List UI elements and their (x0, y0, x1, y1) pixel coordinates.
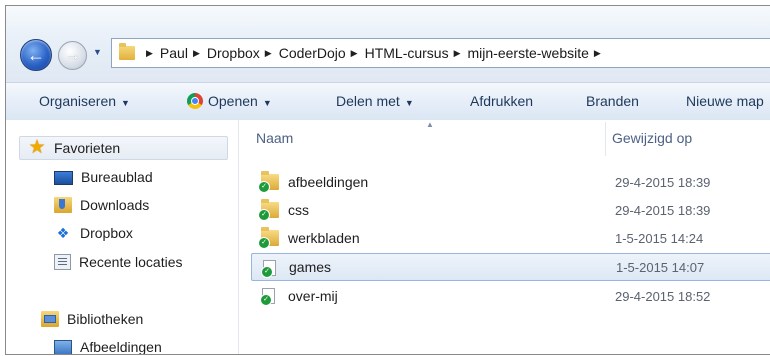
column-divider[interactable] (605, 122, 606, 156)
file-modified-date: 1-5-2015 14:24 (615, 230, 704, 246)
address-bar[interactable]: ▶ Paul ▶ Dropbox ▶ CoderDojo ▶ HTML-curs… (111, 38, 770, 68)
nav-libraries[interactable]: Bibliotheken (41, 308, 143, 330)
sync-check-icon: ✓ (258, 181, 270, 193)
file-modified-date: 1-5-2015 14:07 (616, 259, 705, 275)
back-button[interactable]: ← (20, 39, 52, 71)
address-row: ← → ▼ ▶ Paul ▶ Dropbox ▶ CoderDojo ▶ HTM… (6, 6, 770, 82)
nav-item-dropbox[interactable]: ❖ Dropbox (54, 222, 133, 244)
breadcrumb-mijn-eerste-website[interactable]: mijn-eerste-website (468, 45, 589, 61)
nav-libraries-label: Bibliotheken (67, 311, 144, 327)
new-folder-button[interactable]: Nieuwe map (686, 93, 770, 109)
sync-check-icon: ✓ (261, 266, 273, 278)
desktop-icon (54, 170, 73, 185)
file-name: css (288, 202, 309, 218)
nav-item-recent-places[interactable]: Recente locaties (54, 251, 183, 273)
breadcrumb-separator-icon[interactable]: ▶ (351, 48, 358, 59)
breadcrumb-separator-icon[interactable]: ▶ (594, 48, 601, 59)
folder-icon (119, 43, 135, 60)
sync-check-icon: ✓ (258, 209, 270, 221)
print-label: Afdrukken (470, 93, 534, 109)
table-row[interactable]: ✓ afbeeldingen 29-4-2015 18:39 (251, 170, 770, 194)
nav-item-label: Dropbox (80, 225, 133, 241)
nav-item-label: Downloads (80, 197, 150, 213)
file-modified-date: 29-4-2015 18:39 (615, 202, 711, 218)
file-modified-date: 29-4-2015 18:39 (615, 174, 711, 190)
navigation-pane: ★ Favorieten Bureaublad Downloads ❖ Drop… (6, 120, 239, 354)
document-icon: ✓ (260, 288, 275, 306)
libraries-icon (41, 311, 59, 327)
command-bar: Organiseren ▼ Openen ▼ Delen met ▼ Afdrukke… (6, 82, 770, 121)
nav-item-desktop[interactable]: Bureaublad (54, 166, 153, 188)
file-name: afbeeldingen (288, 174, 369, 190)
chrome-icon (187, 93, 203, 109)
table-row[interactable]: ✓ over-mij 29-4-2015 18:52 (251, 284, 770, 308)
chevron-down-icon: ▼ (121, 98, 130, 108)
pictures-icon (54, 339, 72, 354)
file-modified-date: 29-4-2015 18:52 (615, 288, 711, 304)
explorer-window: ← → ▼ ▶ Paul ▶ Dropbox ▶ CoderDojo ▶ HTM… (5, 5, 770, 355)
nav-item-label: Bureaublad (81, 169, 153, 185)
table-row-selected[interactable]: ✓ games 1-5-2015 14:07 (251, 253, 770, 281)
breadcrumb-paul[interactable]: Paul (160, 45, 188, 61)
nav-item-label: Afbeeldingen (80, 339, 162, 355)
arrow-left-icon: ← (27, 45, 45, 65)
breadcrumb-separator-icon[interactable]: ▶ (193, 48, 200, 59)
star-icon: ★ (28, 137, 46, 158)
new-folder-label: Nieuwe map (686, 93, 764, 109)
file-name: games (289, 259, 332, 275)
open-button[interactable]: Openen ▼ (187, 93, 272, 109)
recent-places-icon (54, 254, 71, 270)
table-row[interactable]: ✓ werkbladen 1-5-2015 14:24 (251, 226, 770, 250)
breadcrumb-separator-icon[interactable]: ▶ (265, 48, 272, 59)
organize-label: Organiseren (39, 93, 117, 109)
downloads-icon (54, 197, 72, 213)
forward-button[interactable]: → (58, 41, 87, 70)
breadcrumb-dropbox[interactable]: Dropbox (207, 45, 260, 61)
chevron-down-icon: ▼ (262, 98, 272, 108)
column-header-modified[interactable]: Gewijzigd op (612, 130, 692, 146)
breadcrumb-html-cursus[interactable]: HTML-cursus (365, 45, 449, 61)
breadcrumb-separator-icon[interactable]: ▶ (454, 48, 461, 59)
folder-icon: ✓ (258, 199, 279, 221)
nav-favorites[interactable]: ★ Favorieten (19, 136, 228, 160)
nav-item-label: Recente locaties (79, 254, 183, 270)
file-list: ▲ Naam Gewijzigd op ✓ afbeeldingen 29-4-… (239, 120, 770, 354)
sync-check-icon: ✓ (260, 294, 272, 306)
folder-icon: ✓ (258, 227, 279, 249)
share-with-button[interactable]: Delen met ▼ (336, 93, 414, 109)
chevron-down-icon: ▼ (404, 98, 414, 108)
burn-button[interactable]: Branden (586, 93, 639, 109)
arrow-right-icon: → (64, 47, 81, 64)
organize-button[interactable]: Organiseren ▼ (39, 93, 130, 109)
dropbox-icon: ❖ (56, 225, 70, 241)
breadcrumb-coderdojo[interactable]: CoderDojo (279, 45, 346, 61)
share-label: Delen met (336, 93, 400, 109)
open-label: Openen (208, 93, 258, 109)
document-icon: ✓ (261, 260, 276, 278)
chevron-down-icon: ▼ (93, 47, 102, 57)
print-button[interactable]: Afdrukken (470, 93, 533, 109)
sort-ascending-icon: ▲ (426, 120, 434, 129)
file-name: werkbladen (288, 230, 360, 246)
column-header-name[interactable]: Naam (256, 130, 293, 146)
table-row[interactable]: ✓ css 29-4-2015 18:39 (251, 198, 770, 222)
nav-favorites-label: Favorieten (54, 140, 121, 156)
nav-item-pictures[interactable]: Afbeeldingen (54, 336, 162, 355)
breadcrumb-separator-icon[interactable]: ▶ (146, 48, 153, 59)
file-name: over-mij (288, 288, 338, 304)
recent-pages-dropdown[interactable]: ▼ (93, 47, 102, 57)
folder-icon: ✓ (258, 171, 279, 193)
burn-label: Branden (586, 93, 639, 109)
sync-check-icon: ✓ (258, 237, 270, 249)
nav-item-downloads[interactable]: Downloads (54, 194, 149, 216)
